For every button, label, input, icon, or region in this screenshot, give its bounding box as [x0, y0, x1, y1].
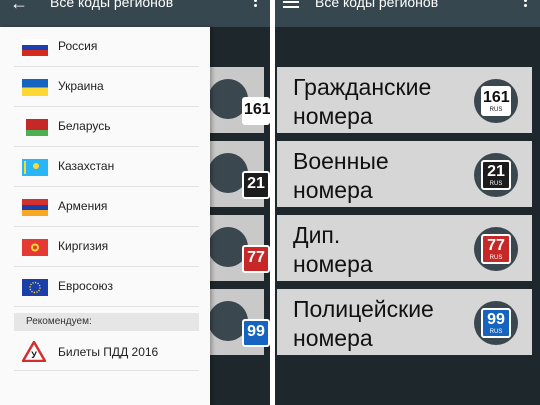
plate-badge-icon: 99 RUS	[474, 301, 518, 345]
drawer-item-label: Россия	[58, 39, 98, 53]
plate-code: 77	[487, 237, 505, 254]
drawer-item-pdd-tickets[interactable]: У Билеты ПДД 2016	[14, 331, 199, 371]
drawer-item-eu[interactable]: Евросоюз	[14, 267, 199, 307]
plate-badge-icon: 21 RUS	[474, 153, 518, 197]
drawer-item-label: Казахстан	[58, 159, 115, 173]
drawer-item-label: Киргизия	[58, 239, 109, 253]
plate-country: RUS	[489, 255, 503, 261]
more-options-icon[interactable]	[254, 0, 258, 9]
armenia-flag-icon	[22, 199, 48, 216]
plate-country: RUS	[489, 107, 503, 113]
plate-icon: 21 RUS	[481, 160, 511, 190]
plate-country: RUS	[489, 181, 503, 187]
plate-badge-icon: 161 RUS	[474, 79, 518, 123]
card-title: Военные номера	[293, 148, 389, 203]
ukraine-flag-icon	[22, 79, 48, 96]
kyrgyzstan-flag-icon	[22, 239, 48, 256]
left-screen: ← Все коды регионов 161 21 77 99 Россия …	[0, 0, 270, 405]
card-title: Полицейские номера	[293, 296, 434, 351]
kazakhstan-flag-icon	[22, 159, 48, 176]
belarus-flag-icon	[22, 119, 48, 136]
navigation-drawer: Россия Украина Беларусь Казахстан Армени…	[0, 27, 210, 405]
card-military-plates[interactable]: Военные номера 21 RUS	[277, 141, 532, 207]
plate-badge-icon: 21	[208, 153, 270, 199]
drawer-item-armenia[interactable]: Армения	[14, 187, 199, 227]
plate-badge-icon: 77	[208, 227, 270, 273]
plate-code: 161	[483, 89, 510, 106]
toolbar-title: Все коды регионов	[50, 0, 174, 10]
plate-badge-icon: 77 RUS	[474, 227, 518, 271]
plate-country: RUS	[489, 329, 503, 335]
drawer-item-kyrgyzstan[interactable]: Киргизия	[14, 227, 199, 267]
drawer-item-ukraine[interactable]: Украина	[14, 67, 199, 107]
drawer-item-russia[interactable]: Россия	[14, 27, 199, 67]
drawer-item-label: Армения	[58, 199, 108, 213]
drawer-item-kazakhstan[interactable]: Казахстан	[14, 147, 199, 187]
road-sign-icon: У	[22, 341, 46, 362]
plate-badge-icon: 161	[208, 79, 270, 125]
toolbar: ← Все коды регионов	[0, 0, 270, 27]
toolbar: Все коды регионов	[275, 0, 540, 27]
russia-flag-icon	[22, 39, 48, 56]
svg-text:У: У	[31, 350, 37, 360]
plate-code: 21	[487, 163, 505, 180]
drawer-item-label: Беларусь	[58, 119, 111, 133]
plate-badge-icon: 99	[208, 301, 270, 347]
card-diplomatic-plates[interactable]: Дип. номера 77 RUS	[277, 215, 532, 281]
card-title: Гражданские номера	[293, 74, 432, 129]
back-arrow-icon[interactable]: ←	[10, 0, 28, 14]
eu-flag-icon	[22, 279, 48, 296]
drawer-item-label: Украина	[58, 79, 104, 93]
drawer-item-label: Билеты ПДД 2016	[58, 345, 159, 359]
section-header: Рекомендуем:	[14, 313, 199, 331]
drawer-item-belarus[interactable]: Беларусь	[14, 107, 199, 147]
hamburger-menu-icon[interactable]	[283, 0, 299, 11]
plate-code: 99	[487, 311, 505, 328]
plate-icon: 161 RUS	[481, 86, 511, 116]
card-title: Дип. номера	[293, 222, 373, 277]
plate-icon: 99 RUS	[481, 308, 511, 338]
drawer-item-label: Евросоюз	[58, 279, 114, 293]
right-screen: Все коды регионов Гражданские номера 161…	[275, 0, 540, 405]
plate-icon: 77 RUS	[481, 234, 511, 264]
more-options-icon[interactable]	[524, 0, 528, 9]
toolbar-title: Все коды регионов	[315, 0, 439, 10]
card-police-plates[interactable]: Полицейские номера 99 RUS	[277, 289, 532, 355]
card-civil-plates[interactable]: Гражданские номера 161 RUS	[277, 67, 532, 133]
